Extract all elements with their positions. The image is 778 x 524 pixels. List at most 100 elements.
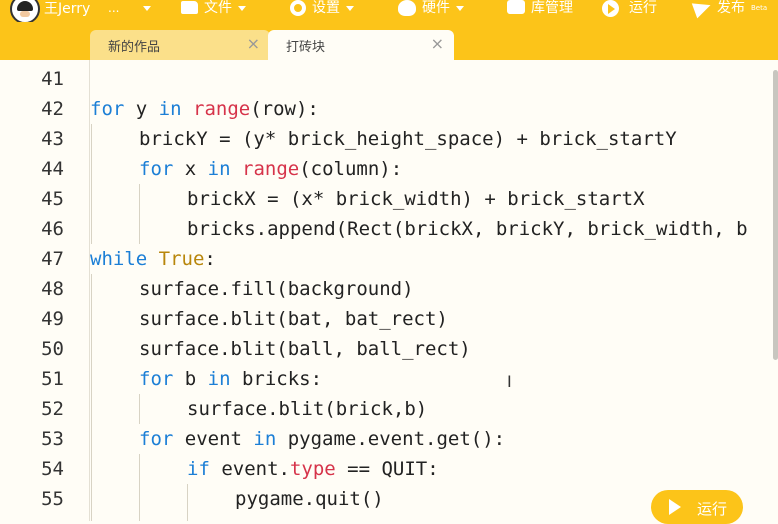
menu-publish-label: 发布 — [717, 0, 745, 16]
line-number: 52 — [41, 398, 64, 420]
line-number: 47 — [41, 248, 64, 270]
keyword-token: for — [139, 428, 174, 450]
code-token: x — [173, 158, 208, 180]
code-line: surface.blit(ball, ball_rect) — [139, 338, 471, 360]
constant-token: True — [158, 248, 205, 270]
line-number: 49 — [41, 308, 64, 330]
code-token: b — [173, 368, 208, 390]
play-icon — [669, 499, 681, 515]
menu-run-label: 运行 — [629, 0, 657, 16]
code-token: bricks: — [230, 368, 323, 390]
gear-icon — [290, 0, 306, 16]
line-number: 54 — [41, 458, 64, 480]
menu-settings-label: 设置 — [312, 0, 340, 16]
indent-guide — [139, 454, 140, 521]
code-line: for y in range(row): — [90, 98, 319, 120]
menu-file[interactable]: 文件 — [181, 0, 246, 22]
line-number: 45 — [41, 188, 64, 210]
keyword-token: for — [139, 368, 174, 390]
code-token: event — [173, 428, 254, 450]
line-number: 46 — [41, 218, 64, 240]
code-token: == QUIT: — [335, 458, 439, 480]
code-line: if event.type == QUIT: — [187, 458, 439, 480]
menu-settings[interactable]: 设置 — [290, 0, 354, 22]
code-token: y — [124, 98, 159, 120]
menu-file-label: 文件 — [204, 0, 232, 16]
menu-hardware-label: 硬件 — [422, 0, 450, 16]
menu-publish[interactable]: 发布 Beta — [691, 0, 768, 22]
chevron-down-icon — [143, 6, 152, 11]
folder-icon — [181, 1, 198, 14]
keyword-token: in — [158, 98, 182, 120]
code-line: pygame.quit() — [235, 488, 384, 510]
gutter-divider — [89, 60, 90, 521]
menu-hardware[interactable]: 硬件 — [398, 0, 464, 22]
close-icon[interactable]: × — [247, 34, 260, 53]
run-button-label: 运行 — [697, 500, 728, 518]
run-button[interactable]: 运行 — [651, 490, 743, 524]
code-line: surface.blit(brick,b) — [187, 398, 428, 420]
menu-library[interactable]: 库管理 — [507, 0, 573, 22]
tab-new-work[interactable]: 新的作品 × — [90, 30, 270, 60]
keyword-token: for — [139, 158, 174, 180]
code-line: brickX = (x* brick_width) + brick_startX — [187, 188, 645, 210]
tab-new-work-label: 新的作品 — [108, 40, 161, 55]
vertical-scrollbar[interactable] — [773, 70, 778, 360]
line-number: 50 — [41, 338, 64, 360]
code-line: surface.fill(background) — [139, 278, 414, 300]
tab-bar: 新的作品 × 打砖块 × — [0, 22, 778, 60]
code-line: surface.blit(bat, bat_rect) — [139, 308, 448, 330]
builtin-token: range — [242, 158, 300, 180]
top-menu-bar: 王Jerry ... 文件 设置 硬件 库管理 运行 发布 Beta — [0, 0, 778, 24]
menu-library-label: 库管理 — [531, 0, 573, 16]
chevron-down-icon — [456, 6, 464, 11]
code-editor[interactable]: 41 42 43 44 45 46 47 48 49 50 51 52 53 5… — [0, 60, 778, 524]
indent-guide — [139, 184, 140, 244]
builtin-token: range — [193, 98, 251, 120]
indent-guide — [139, 394, 140, 424]
code-line: for event in pygame.event.get(): — [139, 428, 505, 450]
tab-brick-breaker-label: 打砖块 — [286, 40, 326, 55]
tab-brick-breaker[interactable]: 打砖块 × — [268, 30, 454, 60]
builtin-token: type — [289, 458, 336, 480]
menu-run[interactable]: 运行 — [602, 0, 657, 22]
code-line: brickY = (y* brick_height_space) + brick… — [139, 128, 677, 150]
keyword-token: for — [90, 98, 125, 120]
code-line: for b in bricks: — [139, 368, 322, 390]
line-number: 44 — [41, 158, 64, 180]
keyword-token: if — [187, 458, 210, 480]
user-more-label[interactable]: ... — [108, 0, 152, 16]
keyword-token: in — [253, 428, 277, 450]
keyword-token: while — [90, 248, 148, 270]
line-number: 53 — [41, 428, 64, 450]
line-number: 42 — [41, 98, 64, 120]
code-line: for x in range(column): — [139, 158, 402, 180]
code-token: (row): — [250, 98, 319, 120]
indent-guide — [91, 124, 92, 244]
code-token: event. — [209, 458, 290, 480]
play-icon — [602, 0, 619, 17]
hardware-icon — [398, 0, 416, 16]
close-icon[interactable]: × — [431, 34, 444, 53]
line-number: 41 — [41, 68, 64, 90]
paper-plane-icon — [691, 0, 714, 19]
line-number: 51 — [41, 368, 64, 390]
user-name[interactable]: 王Jerry — [44, 0, 90, 22]
text-cursor-icon: I — [507, 372, 512, 391]
user-more-text: ... — [108, 1, 120, 15]
line-number: 55 — [41, 488, 64, 510]
code-token: : — [204, 248, 216, 270]
library-icon — [507, 0, 525, 14]
line-number: 48 — [41, 278, 64, 300]
code-line: bricks.append(Rect(brickX, brickY, brick… — [187, 218, 748, 240]
keyword-token: in — [207, 158, 231, 180]
code-token: (column): — [299, 158, 403, 180]
beta-badge: Beta — [751, 4, 768, 12]
user-avatar[interactable] — [10, 0, 40, 24]
code-line: while True: — [90, 248, 216, 270]
keyword-token: in — [207, 368, 231, 390]
indent-guide — [187, 484, 188, 521]
